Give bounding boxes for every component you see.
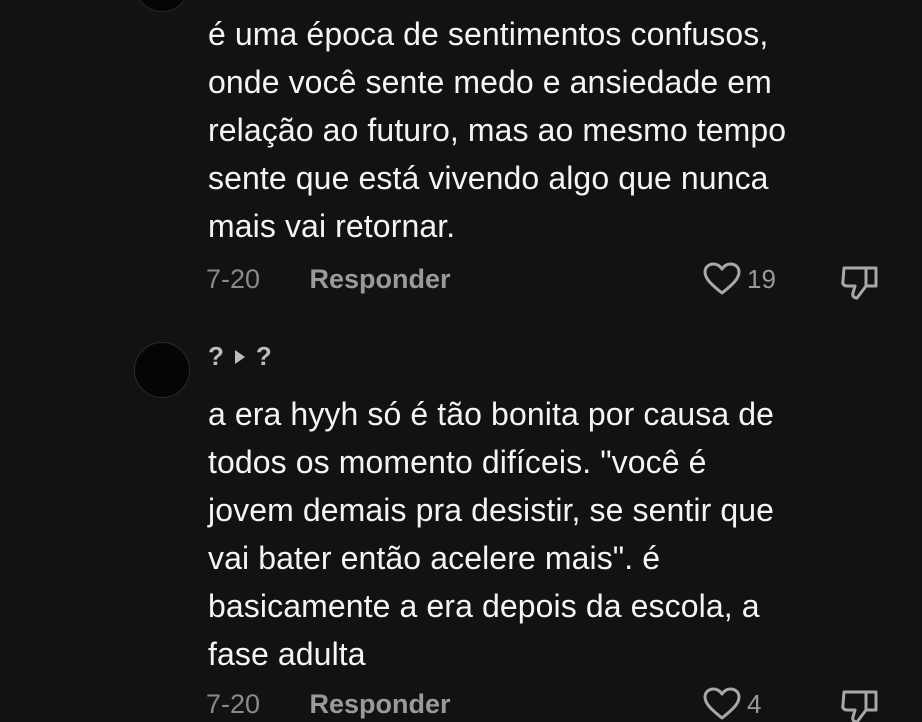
heart-outline-icon	[703, 687, 741, 720]
thumbs-down-icon	[841, 266, 878, 300]
comment-date: 7-20	[206, 689, 261, 719]
like-button[interactable]: 4	[703, 687, 761, 721]
comment-meta: 7-20 Responder	[206, 264, 451, 295]
comment-username[interactable]: ? ?	[208, 341, 272, 372]
like-button[interactable]: 19	[703, 262, 776, 296]
play-triangle-icon	[234, 349, 245, 364]
commenter-avatar[interactable]	[134, 0, 190, 12]
dislike-button[interactable]	[838, 686, 882, 722]
comment-date: 7-20	[206, 264, 261, 294]
heart-outline-icon	[703, 262, 741, 295]
reply-button[interactable]: Responder	[310, 689, 451, 719]
username-part: ?	[255, 341, 272, 371]
comment-text: a era hyyh só é tão bonita por causa de …	[208, 396, 775, 672]
commenter-avatar[interactable]	[134, 342, 190, 398]
dislike-button[interactable]	[838, 262, 882, 302]
comment-meta: 7-20 Responder	[206, 689, 451, 720]
username-part: ?	[208, 341, 224, 371]
like-count: 4	[747, 688, 762, 719]
thumbs-down-icon	[841, 690, 878, 722]
comment-text: é uma época de sentimentos confusos, ond…	[208, 16, 787, 244]
like-count: 19	[747, 263, 776, 294]
reply-button[interactable]: Responder	[310, 264, 451, 294]
